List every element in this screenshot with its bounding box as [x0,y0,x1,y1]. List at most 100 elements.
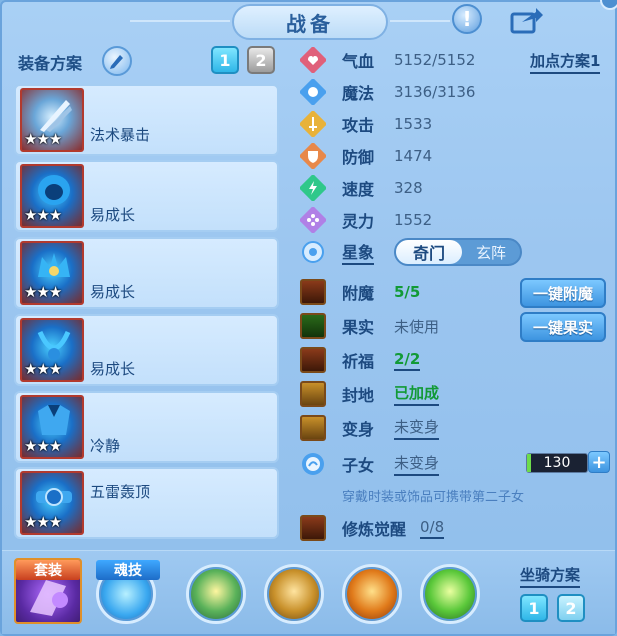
one-click-enchant-button[interactable]: 一键附魔 [520,278,606,308]
child-icon [300,451,326,477]
stat-row-spirit: 灵力 1552 [300,206,432,234]
shield-icon [300,143,326,169]
awaken-icon [300,515,326,541]
skill-orb-2[interactable] [264,564,324,624]
skill-orb-4[interactable] [420,564,480,624]
help-button[interactable]: ! [452,4,482,34]
equip-slot-crown[interactable]: ★★★ 易成长 [14,237,279,309]
child-stat-fill [527,454,531,472]
helmet-icon: ★★★ [20,164,84,228]
equip-effect: 冷静 [90,437,121,455]
stat-label: 气血 [342,52,375,71]
toggle-option-qimen[interactable]: 奇门 [396,240,462,264]
feature-label: 变身 [342,420,375,439]
title-plate: 战备 [232,4,388,40]
stat-row-speed: 速度 328 [300,174,423,202]
soul-skill-label: 魂技 [96,560,160,580]
equip-effect: 五雷轰顶 [90,483,151,501]
child-value[interactable]: 未变身 [394,452,440,476]
skill-orb-3[interactable] [342,564,402,624]
necklace-icon: ★★★ [20,318,84,382]
exclamation-icon: ! [462,7,472,31]
child-stat-value: 130 [543,455,571,471]
awaken-value[interactable]: 0/8 [420,518,445,539]
sword-icon [300,111,326,137]
equip-effect: 易成长 [90,360,136,378]
lightning-icon [300,175,326,201]
transform-value[interactable]: 未变身 [394,416,440,440]
star-rating: ★★★ [24,206,62,224]
star-label[interactable]: 星象 [342,239,375,265]
suit-label: 套装 [16,560,80,580]
bless-icon [300,347,326,373]
equip-plan-1-button[interactable]: 1 [211,46,239,74]
stat-value: 1552 [394,211,433,229]
stat-row-mp: 魔法 3136/3136 [300,78,475,106]
equip-slot-weapon[interactable]: ★★★ 法术暴击 [14,84,279,156]
star-sign-icon [300,239,326,265]
belt-icon: ★★★ [20,471,84,535]
toggle-option-xuanzhen[interactable]: 玄阵 [462,242,520,263]
stat-row-defense: 防御 1474 [300,142,432,170]
stat-value: 328 [394,179,423,197]
equip-slot-armor[interactable]: ★★★ 冷静 [14,391,279,463]
seal-value[interactable]: 已加成 [394,382,440,406]
seal-icon [300,381,326,407]
feature-label: 子女 [342,456,375,475]
star-rating: ★★★ [24,130,62,148]
title-ornament-left [130,20,230,22]
equip-slot-necklace[interactable]: ★★★ 易成长 [14,314,279,386]
star-rating: ★★★ [24,360,62,378]
skill-orb-1[interactable] [186,564,246,624]
stat-row-hp: 气血 5152/5152 [300,46,475,74]
mount-plan-label[interactable]: 坐骑方案 [520,564,581,588]
bless-value[interactable]: 2/2 [394,350,421,371]
feature-row-enchant: 附魔 5/5 [300,278,420,306]
equip-plan-2-button[interactable]: 2 [247,46,275,74]
star-mode-toggle[interactable]: 奇门 玄阵 [394,238,522,266]
equip-effect: 法术暴击 [90,126,151,144]
one-click-fruit-button[interactable]: 一键果实 [520,312,606,342]
feature-row-seal: 封地 已加成 [300,380,440,408]
staff-icon: ★★★ [20,88,84,152]
enchant-icon [300,279,326,305]
edit-plan-button[interactable] [102,46,132,76]
child-tip-text: 穿戴时装或饰品可携带第二子女 [342,490,525,505]
plus-icon: + [591,451,607,473]
add-point-plan-button[interactable]: 加点方案1 [530,50,601,74]
feature-label: 附魔 [342,284,375,303]
heart-icon [300,47,326,73]
child-add-button[interactable]: + [588,451,610,473]
star-row: 星象 [300,238,375,266]
equip-effect: 易成长 [90,206,136,224]
page-title: 战备 [286,11,334,36]
equip-effect: 易成长 [90,283,136,301]
stat-label: 攻击 [342,116,375,135]
star-rating: ★★★ [24,283,62,301]
spirit-icon [300,207,326,233]
feature-row-bless: 祈福 2/2 [300,346,421,374]
mana-icon [300,79,326,105]
stat-value: 1533 [394,115,433,133]
feature-label: 果实 [342,318,375,337]
feature-label: 封地 [342,386,375,405]
mount-plan-1-button[interactable]: 1 [520,594,548,622]
fruit-icon [300,313,326,339]
share-button[interactable] [510,6,544,34]
child-stat-bar: 130 [526,453,588,473]
stat-value: 3136/3136 [394,83,476,101]
feature-row-child: 子女 未变身 [300,450,440,478]
enchant-value: 5/5 [394,283,421,301]
equip-plan-label: 装备方案 [18,54,83,73]
feature-row-fruit: 果实 未使用 [300,312,439,340]
stat-row-attack: 攻击 1533 [300,110,432,138]
mount-plan-2-button[interactable]: 2 [557,594,585,622]
stat-value: 1474 [394,147,433,165]
equip-slot-helmet[interactable]: ★★★ 易成长 [14,160,279,232]
stat-label: 灵力 [342,212,375,231]
star-rating: ★★★ [24,513,62,531]
feature-label: 祈福 [342,352,375,371]
equip-slot-belt[interactable]: ★★★ 五雷轰顶 [14,467,279,539]
feature-row-awaken: 修炼觉醒 0/8 [300,514,445,542]
transform-icon [300,415,326,441]
